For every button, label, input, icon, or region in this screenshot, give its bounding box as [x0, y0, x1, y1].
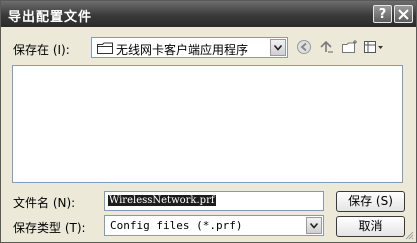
- filename-value: WirelessNetwork.prf: [108, 195, 216, 206]
- export-config-dialog: 导出配置文件 ? 保存在 (I): 无线网卡客户端应用程序 文件名 (N): W…: [0, 0, 417, 243]
- filename-input[interactable]: WirelessNetwork.prf: [104, 191, 324, 211]
- title-bar[interactable]: 导出配置文件 ?: [1, 1, 416, 27]
- help-icon: ?: [378, 7, 387, 22]
- chevron-down-icon: [310, 223, 318, 229]
- save-button[interactable]: 保存 (S): [336, 191, 405, 212]
- folder-icon: [97, 42, 113, 54]
- chevron-down-icon: [274, 45, 282, 51]
- cancel-button[interactable]: 取消: [336, 216, 405, 237]
- filename-label: 文件名 (N):: [13, 196, 76, 210]
- close-icon: [398, 9, 409, 20]
- save-in-label: 保存在 (I):: [13, 43, 70, 57]
- file-list[interactable]: [12, 65, 403, 183]
- window-title: 导出配置文件: [8, 10, 93, 25]
- back-icon[interactable]: [296, 39, 312, 55]
- views-menu-icon[interactable]: [363, 39, 385, 55]
- filetype-label: 保存类型 (T):: [13, 221, 86, 235]
- save-in-dropdown-button[interactable]: [270, 39, 286, 56]
- resize-grip-icon[interactable]: [404, 230, 414, 240]
- save-in-value: 无线网卡客户端应用程序: [116, 43, 249, 57]
- new-folder-icon[interactable]: [341, 39, 359, 55]
- help-button[interactable]: ?: [373, 5, 392, 23]
- close-button[interactable]: [394, 5, 413, 23]
- filetype-dropdown[interactable]: Config files (*.prf): [104, 215, 324, 236]
- filetype-value: Config files (*.prf): [110, 219, 243, 232]
- filetype-dropdown-button[interactable]: [306, 217, 322, 234]
- save-in-dropdown[interactable]: 无线网卡客户端应用程序: [91, 37, 288, 58]
- up-folder-icon[interactable]: [319, 39, 335, 55]
